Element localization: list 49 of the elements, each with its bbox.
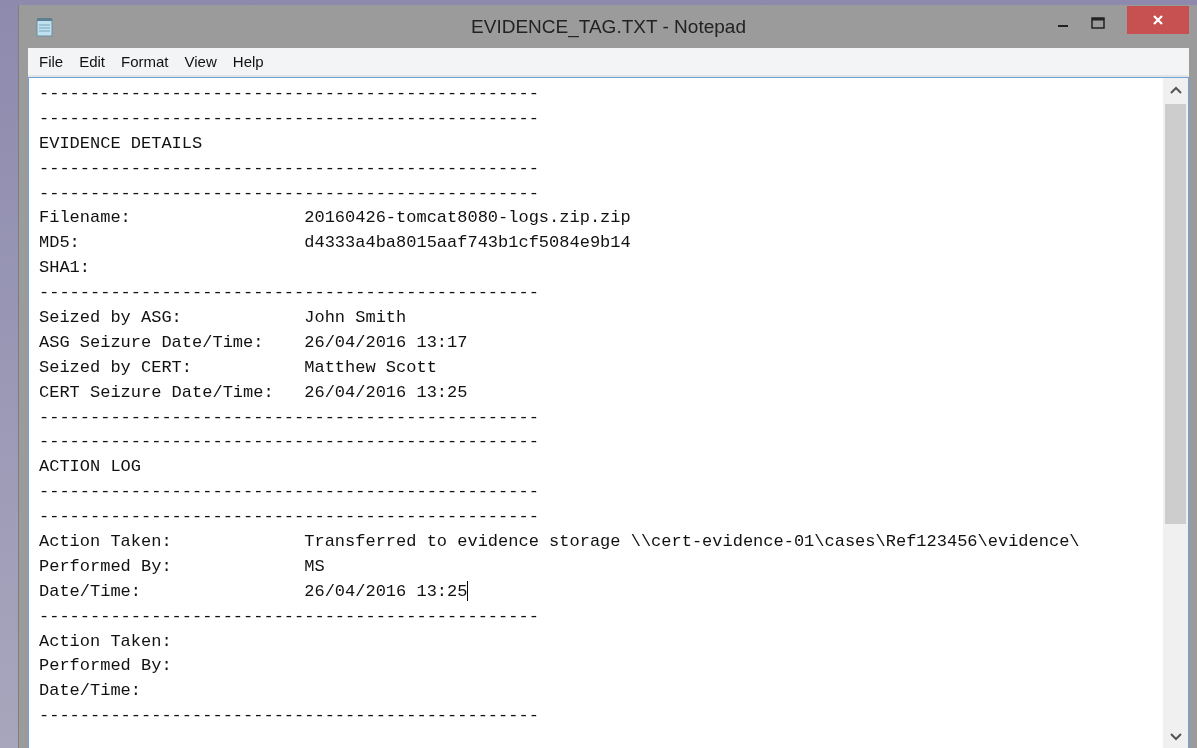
field-value: 26/04/2016 13:25: [304, 581, 468, 601]
menu-item[interactable]: Edit: [71, 53, 114, 70]
field-label: Date/Time:: [39, 681, 142, 701]
scroll-thumb[interactable]: [1165, 104, 1186, 524]
field-label: Performed By:: [39, 556, 172, 576]
scrollbar[interactable]: [1163, 78, 1188, 748]
dash-line: -------------------------------------------------: [39, 283, 539, 303]
field-value: d4333a4ba8015aaf743b1cf5084e9b14: [304, 233, 631, 253]
field-value: 20160426-tomcat8080-logs.zip.zip: [304, 208, 631, 228]
field-label: Action Taken:: [39, 532, 172, 552]
dash-line: -------------------------------------------------: [39, 482, 539, 502]
close-button[interactable]: [1127, 6, 1189, 34]
field-label: CERT Seizure Date/Time:: [39, 382, 274, 402]
field-value: John Smith: [304, 308, 407, 327]
section-heading: EVIDENCE DETAILS: [39, 133, 203, 153]
field-value: Matthew Scott: [304, 357, 437, 377]
field-label: SHA1:: [39, 258, 90, 278]
field-value: Transferred to evidence storage \\cert-evidence-01\cases\Ref123456\evidence\: [304, 532, 1080, 552]
field-label: Performed By:: [39, 656, 172, 676]
scroll-up-icon[interactable]: [1169, 86, 1182, 94]
section-heading: ACTION LOG: [39, 457, 142, 477]
dash-line: -------------------------------------------------: [39, 183, 539, 203]
dash-line: -------------------------------------------------: [39, 706, 539, 726]
menu-item[interactable]: Help: [224, 53, 272, 70]
field-value: 26/04/2016 13:17: [304, 332, 468, 352]
field-label: Action Taken:: [39, 631, 172, 651]
dash-line: -------------------------------------------------: [39, 432, 539, 452]
maximize-icon[interactable]: [1091, 17, 1105, 29]
menu-item[interactable]: View: [176, 53, 225, 70]
field-value: 26/04/2016 13:25: [304, 382, 468, 402]
dash-line: -------------------------------------------------: [39, 158, 539, 178]
close-icon: [1152, 14, 1164, 26]
field-label: Seized by CERT:: [39, 357, 193, 377]
dash-line: -------------------------------------------------: [39, 108, 539, 128]
field-label: Seized by ASG:: [39, 308, 182, 327]
dash-line: -------------------------------------------------: [39, 606, 539, 626]
window-title: EVIDENCE_TAG.TXT - Notepad: [471, 15, 746, 38]
field-value: MS: [304, 556, 325, 576]
field-label: Filename:: [39, 208, 131, 228]
field-label: Date/Time:: [39, 581, 142, 601]
dash-line: -------------------------------------------------: [39, 407, 539, 427]
menu-item[interactable]: File: [31, 53, 72, 70]
menu-item[interactable]: Format: [113, 53, 177, 70]
notepad-icon: [36, 16, 54, 37]
dash-line: -------------------------------------------------: [39, 84, 539, 103]
field-label: MD5:: [39, 233, 80, 253]
dash-line: -------------------------------------------------: [39, 507, 539, 527]
scroll-down-icon[interactable]: [1169, 733, 1182, 741]
field-label: ASG Seizure Date/Time:: [39, 332, 264, 352]
